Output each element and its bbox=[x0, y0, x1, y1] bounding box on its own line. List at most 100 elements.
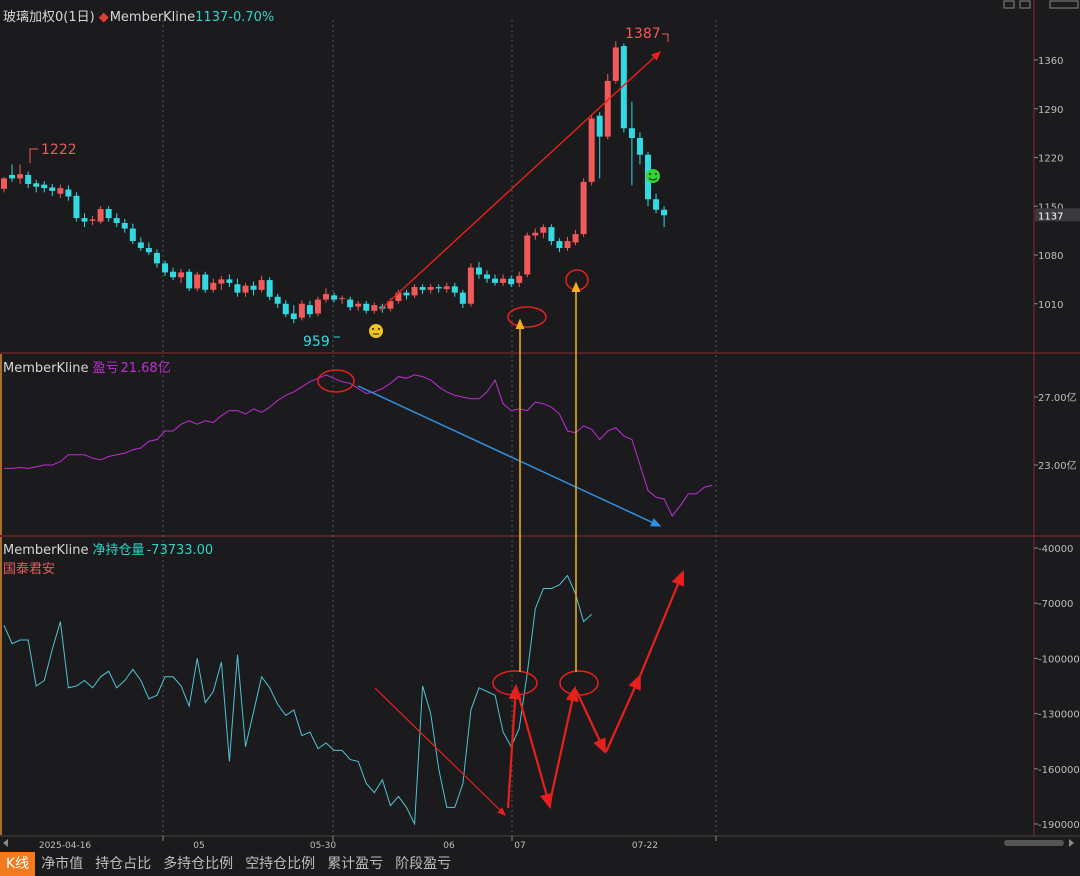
netpos-axis-label: -190000 bbox=[1038, 820, 1080, 831]
candlestick bbox=[186, 271, 193, 289]
candlestick bbox=[500, 278, 507, 283]
tab-3[interactable]: 多持仓比例 bbox=[157, 852, 239, 876]
candlestick bbox=[113, 218, 120, 223]
candlestick bbox=[403, 292, 410, 296]
close-icon bbox=[1049, 0, 1079, 9]
date-axis-label: 06 bbox=[443, 841, 455, 851]
candlestick bbox=[73, 195, 80, 219]
candlestick bbox=[89, 219, 96, 221]
pnl-axis-label: 27.00亿 bbox=[1038, 391, 1077, 404]
candlestick bbox=[250, 285, 257, 290]
frame-layer: 10101080115012201290136027.00亿23.00亿-400… bbox=[0, 0, 1080, 851]
smile-face-icon bbox=[646, 169, 660, 183]
price-axis-label: 1010 bbox=[1038, 300, 1063, 311]
tab-0[interactable]: K线 bbox=[0, 852, 36, 876]
candlestick bbox=[532, 232, 539, 236]
chart-canvas: 10101080115012201290136027.00亿23.00亿-400… bbox=[0, 0, 1080, 851]
scroll-left-icon bbox=[3, 839, 8, 847]
candlestick bbox=[234, 284, 241, 293]
pnl-panel-header: MemberKline 盈亏 21.68亿 bbox=[3, 357, 175, 376]
candlestick bbox=[443, 286, 450, 290]
candlestick bbox=[524, 235, 531, 275]
candlestick bbox=[661, 209, 668, 216]
tab-4[interactable]: 空持仓比例 bbox=[239, 852, 321, 876]
candlestick bbox=[604, 80, 611, 137]
candlestick bbox=[339, 298, 346, 300]
instrument-title: 玻璃加权0(1日) bbox=[3, 10, 95, 25]
date-axis-label: 05-30 bbox=[310, 841, 336, 851]
indicator-name: MemberKline bbox=[109, 10, 196, 25]
netpos-axis-label: -40000 bbox=[1038, 544, 1073, 555]
candlestick bbox=[145, 248, 152, 253]
candlestick bbox=[636, 138, 643, 155]
chart-stage: 1010 1080 1150 1220 1290 1360 27.00亿 23.00亿 -400… bbox=[0, 0, 1080, 876]
candlestick bbox=[323, 294, 329, 300]
candlestick bbox=[572, 234, 579, 243]
candlestick bbox=[419, 287, 426, 290]
candlestick bbox=[266, 280, 273, 297]
tab-6[interactable]: 阶段盈亏 bbox=[389, 852, 457, 876]
neutral-face-icon bbox=[369, 324, 383, 338]
candlestick bbox=[97, 209, 104, 222]
pnl-axis-label: 23.00亿 bbox=[1038, 459, 1077, 472]
candlestick bbox=[194, 274, 201, 289]
candlestick bbox=[9, 174, 16, 179]
candlestick bbox=[371, 305, 378, 311]
candlestick bbox=[202, 274, 209, 290]
pnl-label: 盈亏 bbox=[92, 361, 119, 376]
candlestick bbox=[178, 272, 185, 278]
candlestick bbox=[170, 271, 177, 278]
candlestick bbox=[596, 115, 603, 137]
candlestick bbox=[298, 303, 305, 318]
candlestick bbox=[451, 286, 458, 293]
candlestick bbox=[274, 296, 281, 304]
tab-5[interactable]: 累计盈亏 bbox=[321, 852, 389, 876]
candlestick bbox=[121, 222, 128, 229]
diamond-icon: ◆ bbox=[98, 10, 109, 25]
netpos-axis-label: -160000 bbox=[1038, 765, 1080, 776]
pnl-indicator-name: MemberKline bbox=[3, 361, 89, 376]
face-eye bbox=[655, 173, 657, 175]
candlestick bbox=[258, 280, 265, 290]
date-axis-label: 2025-04-16 bbox=[39, 841, 92, 851]
candlestick bbox=[306, 305, 313, 315]
netpos-panel-header: MemberKline 净持仓量 -73733.00 bbox=[3, 539, 217, 558]
tab-2[interactable]: 持仓占比 bbox=[89, 852, 157, 876]
netpos-value: -73733.00 bbox=[146, 543, 214, 558]
price-axis-label: 1080 bbox=[1038, 251, 1063, 262]
candlestick bbox=[556, 241, 563, 249]
candlestick bbox=[540, 227, 547, 233]
scrollbar-thumb bbox=[1004, 840, 1064, 846]
candlestick bbox=[363, 303, 370, 311]
candlestick bbox=[459, 292, 466, 304]
candlestick bbox=[129, 228, 136, 242]
candlestick bbox=[484, 274, 490, 279]
candlestick bbox=[282, 303, 289, 315]
candlestick bbox=[347, 299, 354, 308]
candlestick bbox=[105, 209, 112, 219]
candlestick bbox=[331, 295, 338, 300]
candlestick bbox=[290, 313, 297, 320]
candlestick bbox=[17, 174, 24, 179]
candlestick bbox=[492, 278, 499, 283]
netpos-label: 净持仓量 bbox=[92, 543, 145, 558]
candlestick bbox=[427, 287, 434, 290]
candlestick bbox=[411, 287, 418, 296]
netpos-indicator-name: MemberKline bbox=[3, 543, 89, 558]
netpos-axis-label: -70000 bbox=[1038, 599, 1073, 610]
price-axis-label: 1360 bbox=[1038, 56, 1063, 67]
candlestick bbox=[435, 287, 442, 289]
candlestick bbox=[475, 267, 482, 275]
price-change: -0.70% bbox=[228, 10, 275, 25]
candlestick bbox=[65, 189, 72, 197]
candlestick bbox=[153, 252, 160, 264]
date-axis-label: 07-22 bbox=[632, 841, 658, 851]
tab-1[interactable]: 净市值 bbox=[35, 852, 89, 876]
candlestick bbox=[242, 285, 249, 293]
scroll-right-icon bbox=[1069, 839, 1074, 847]
candlestick bbox=[57, 188, 64, 194]
annotation-label: 1222 bbox=[41, 142, 77, 158]
candlestick bbox=[548, 227, 555, 242]
candlestick bbox=[226, 279, 233, 283]
candlestick bbox=[467, 267, 474, 304]
